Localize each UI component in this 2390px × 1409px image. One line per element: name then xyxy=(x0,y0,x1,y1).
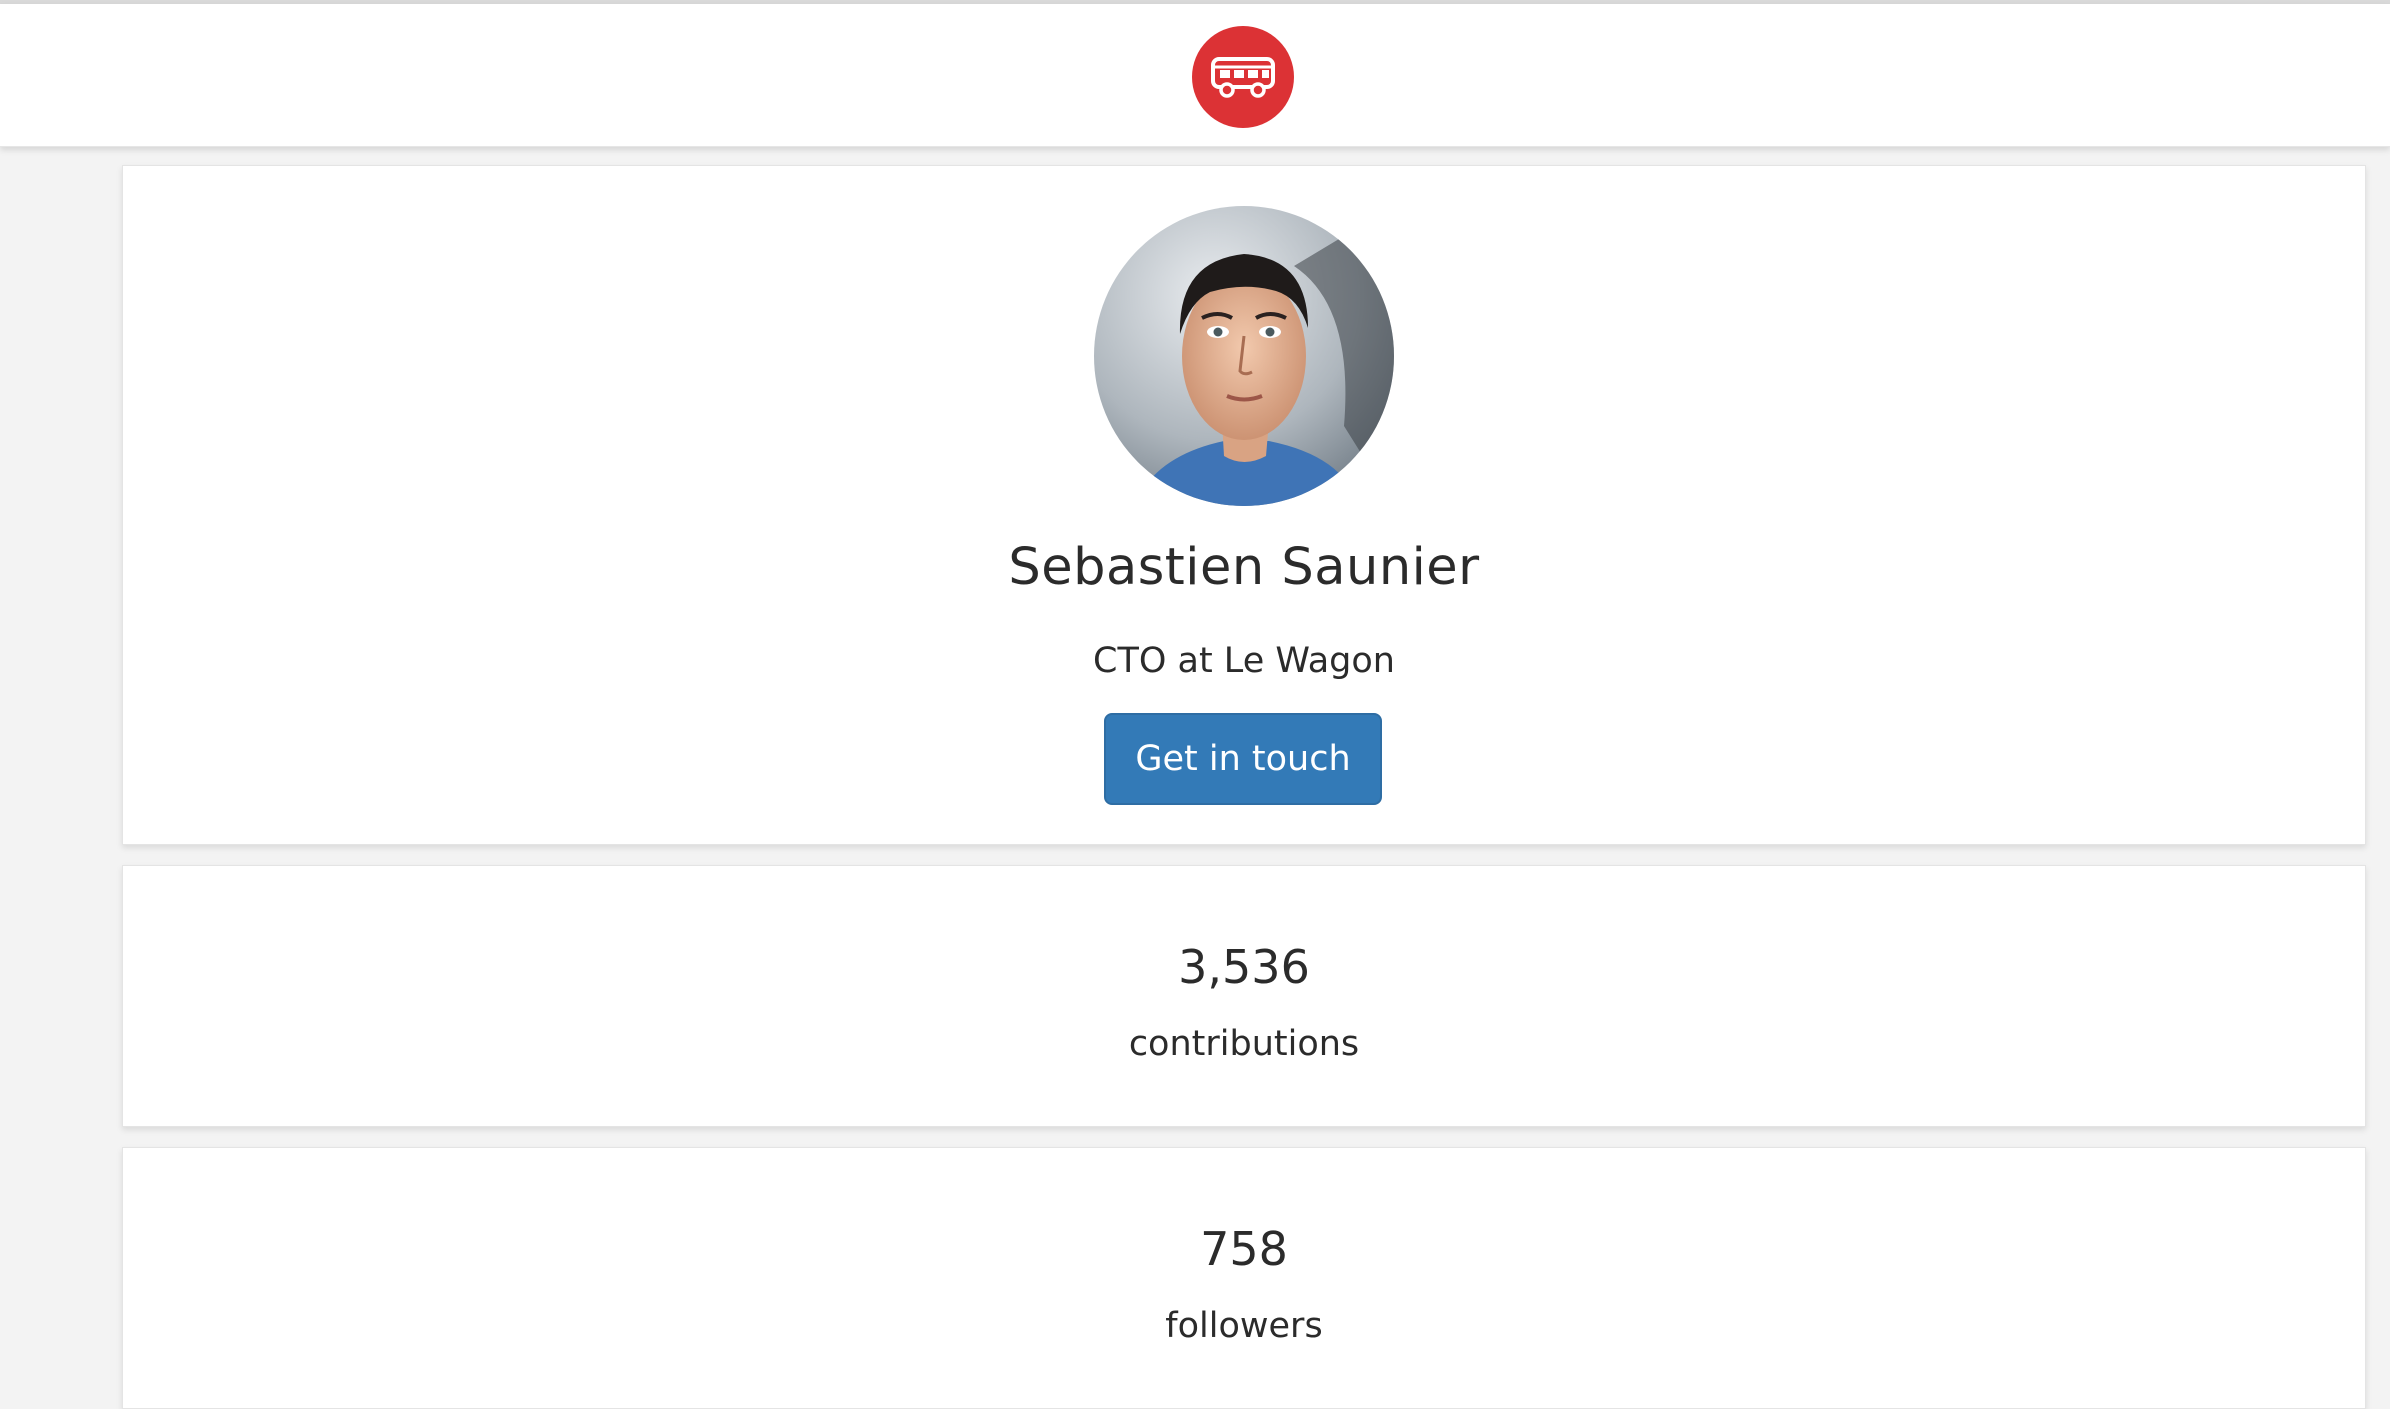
navbar xyxy=(0,4,2390,147)
stat-card-contributions: 3,536 contributions xyxy=(122,865,2366,1127)
get-in-touch-button[interactable]: Get in touch xyxy=(1104,713,1382,805)
stat-card-followers: 758 followers xyxy=(122,1147,2366,1409)
bus-icon xyxy=(1211,57,1275,98)
stat-label: followers xyxy=(1165,1306,1323,1346)
profile-card: Sebastien Saunier CTO at Le Wagon Get in… xyxy=(122,165,2366,845)
avatar xyxy=(1094,206,1394,506)
avatar-photo xyxy=(1094,206,1394,506)
stat-label: contributions xyxy=(1128,1024,1360,1064)
profile-name: Sebastien Saunier xyxy=(1008,538,1480,597)
stat-value: 3,536 xyxy=(1178,940,1310,994)
stat-value: 758 xyxy=(1200,1222,1288,1276)
profile-role: CTO at Le Wagon xyxy=(1093,641,1395,681)
logo-link[interactable] xyxy=(1192,26,1294,128)
